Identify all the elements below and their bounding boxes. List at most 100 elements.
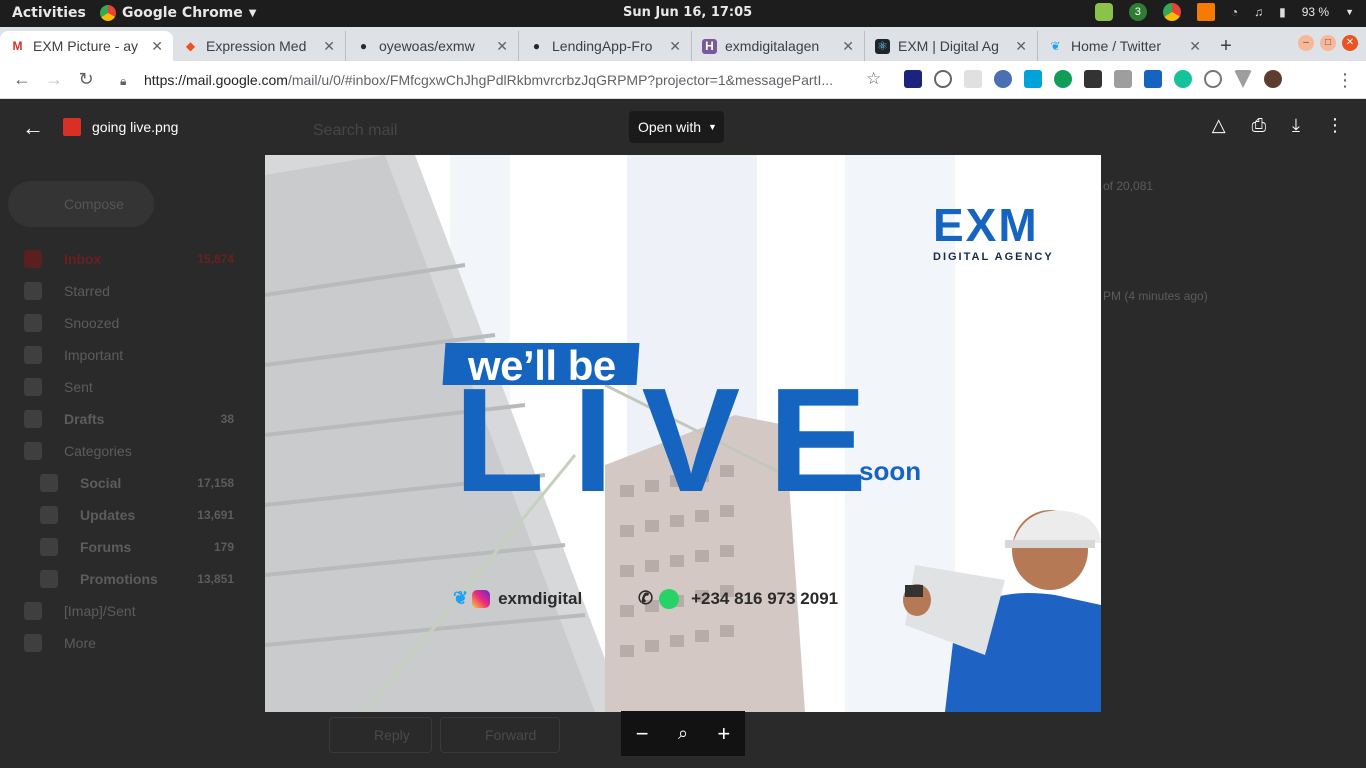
tab-exm-digital-agency[interactable]: ⚛ EXM | Digital Ag ✕ <box>865 31 1038 61</box>
profile-avatar[interactable] <box>1264 70 1282 88</box>
image-file-icon <box>63 118 81 136</box>
sidebar-item-snoozed[interactable]: Snoozed <box>24 314 234 332</box>
info-icon <box>40 506 58 524</box>
activities-button[interactable]: Activities <box>12 5 86 21</box>
more-options-icon[interactable]: ⋮ <box>1326 115 1344 136</box>
reload-icon[interactable]: ↻ <box>70 64 102 96</box>
phone-number: +234 816 973 2091 <box>691 588 839 608</box>
send-icon <box>24 378 42 396</box>
unread-count: 13,851 <box>197 572 234 586</box>
open-with-button[interactable]: Open with ▼ <box>629 111 724 143</box>
system-menu-chevron-icon[interactable]: ▼ <box>1345 7 1354 17</box>
address-bar[interactable]: 🔒︎ https://mail.google.com /mail/u/0/#in… <box>110 65 890 95</box>
sidebar-item-important[interactable]: Important <box>24 346 234 364</box>
sidebar-item-label: Inbox <box>64 251 102 267</box>
extension-v-icon[interactable] <box>1234 70 1252 88</box>
chevron-down-icon: ▼ <box>248 7 257 19</box>
notification-badge-icon[interactable]: 3 <box>1128 3 1147 21</box>
sidebar-item-starred[interactable]: Starred <box>24 282 234 300</box>
grammarly-icon[interactable] <box>1174 70 1192 88</box>
extension-u-icon[interactable] <box>904 70 922 88</box>
close-window-icon[interactable]: ✕ <box>1342 35 1358 51</box>
sidebar-item-imap-sent[interactable]: [Imap]/Sent <box>24 602 234 620</box>
sidebar-item-label: Forums <box>80 539 132 555</box>
sidebar-item-social[interactable]: Social 17,158 <box>40 474 234 492</box>
back-arrow-icon[interactable]: ← <box>22 115 44 141</box>
download-icon[interactable]: ⤓ <box>1292 115 1300 136</box>
image-viewer-header: ← going live.png Open with ▼ △ ⎙ ⤓ ⋮ <box>0 99 1366 155</box>
sidebar-item-label: Drafts <box>64 411 105 427</box>
compose-button[interactable]: Compose <box>8 181 154 227</box>
phone-icon: ✆ <box>638 588 654 608</box>
vlc-icon[interactable] <box>1196 3 1215 21</box>
maximize-icon[interactable]: □ <box>1320 35 1336 51</box>
forward-button[interactable]: Forward <box>440 717 560 753</box>
sidebar-item-updates[interactable]: Updates 13,691 <box>40 506 234 524</box>
chrome-icon <box>100 5 116 21</box>
forum-icon <box>40 538 58 556</box>
close-tab-icon[interactable]: ✕ <box>669 38 681 55</box>
extension-grid-icon[interactable] <box>964 70 982 88</box>
extension-dots-icon[interactable] <box>1084 70 1102 88</box>
back-arrow-icon[interactable]: ← <box>6 64 38 96</box>
shield-icon[interactable] <box>1094 3 1113 21</box>
tab-twitter[interactable]: ❦ Home / Twitter ✕ <box>1038 31 1211 61</box>
close-tab-icon[interactable]: ✕ <box>151 38 163 55</box>
bookmark-star-icon[interactable]: ☆ <box>866 69 881 89</box>
zoom-reset-icon[interactable]: ⌕ <box>678 723 688 744</box>
close-tab-icon[interactable]: ✕ <box>1189 38 1201 55</box>
zoom-out-icon[interactable]: − <box>636 721 649 747</box>
zoom-in-icon[interactable]: + <box>717 721 730 747</box>
new-tab-button[interactable]: + <box>1211 31 1241 61</box>
battery-icon[interactable]: ▮ <box>1279 5 1286 19</box>
tab-exm-picture[interactable]: M EXM Picture - ay ✕ <box>0 31 173 61</box>
sidebar-item-label: More <box>64 635 96 651</box>
app-menu[interactable]: Google Chrome ▼ <box>100 5 256 21</box>
extension-hex-icon[interactable] <box>1204 70 1222 88</box>
extension-car-icon[interactable] <box>1144 70 1162 88</box>
sidebar-item-sent[interactable]: Sent <box>24 378 234 396</box>
instagram-icon <box>472 589 491 608</box>
sidebar-item-inbox[interactable]: Inbox 15,874 <box>24 250 234 268</box>
chrome-tray-icon[interactable] <box>1162 3 1181 21</box>
extension-link-icon[interactable] <box>934 70 952 88</box>
close-tab-icon[interactable]: ✕ <box>1015 38 1027 55</box>
viewer-tools: △ ⎙ ⤓ ⋮ <box>1212 115 1344 136</box>
chrome-menu-icon[interactable]: ⋮ <box>1336 70 1354 91</box>
extension-g-icon[interactable] <box>1114 70 1132 88</box>
social-handle-text: exmdigital <box>498 588 583 608</box>
tab-expression-media[interactable]: ◆ Expression Med ✕ <box>173 31 346 61</box>
tab-lendingapp[interactable]: ● LendingApp-Fro ✕ <box>519 31 692 61</box>
close-tab-icon[interactable]: ✕ <box>842 38 854 55</box>
url-path: /mail/u/0/#inbox/FMfcgxwChJhgPdlRkbmvrcr… <box>287 72 834 88</box>
tab-oyewoas-exmw[interactable]: ● oyewoas/exmw ✕ <box>346 31 519 61</box>
screen: Activities Google Chrome ▼ Sun Jun 16, 1… <box>0 0 1366 768</box>
time-ago-text: PM (4 minutes ago) <box>1103 289 1208 303</box>
sidebar-item-categories[interactable]: Categories <box>24 442 234 460</box>
sidebar-item-promotions[interactable]: Promotions 13,851 <box>40 570 234 588</box>
chevron-down-icon <box>24 634 42 652</box>
minimize-icon[interactable]: – <box>1298 35 1314 51</box>
extension-chat-icon[interactable] <box>1054 70 1072 88</box>
close-tab-icon[interactable]: ✕ <box>323 38 335 55</box>
logo-subtitle: DIGITAL AGENCY <box>933 251 1054 263</box>
sidebar-item-label: Social <box>80 475 122 491</box>
extension-cast-icon[interactable] <box>1024 70 1042 88</box>
app-name: Google Chrome <box>122 5 243 21</box>
clock[interactable]: Sun Jun 16, 17:05 <box>623 5 752 20</box>
sidebar-item-more[interactable]: More <box>24 634 234 652</box>
close-tab-icon[interactable]: ✕ <box>496 38 508 55</box>
forward-arrow-icon[interactable]: → <box>38 64 70 96</box>
sidebar-item-label: Updates <box>80 507 136 523</box>
print-icon[interactable]: ⎙ <box>1252 115 1266 136</box>
reply-button[interactable]: Reply <box>329 717 432 753</box>
clock-icon <box>24 314 42 332</box>
sidebar-item-forums[interactable]: Forums 179 <box>40 538 234 556</box>
extension-compass-icon[interactable] <box>994 70 1012 88</box>
volume-icon[interactable]: ♫ <box>1254 5 1263 19</box>
tab-exmdigitalagency-heroku[interactable]: H exmdigitalagen ✕ <box>692 31 865 61</box>
add-to-drive-icon[interactable]: △ <box>1212 115 1226 136</box>
wifi-icon[interactable]: ◔ <box>1231 5 1238 19</box>
sidebar-item-drafts[interactable]: Drafts 38 <box>24 410 234 428</box>
system-tray: 3 ◔ ♫ ▮ 93 % ▼ <box>1094 3 1354 21</box>
